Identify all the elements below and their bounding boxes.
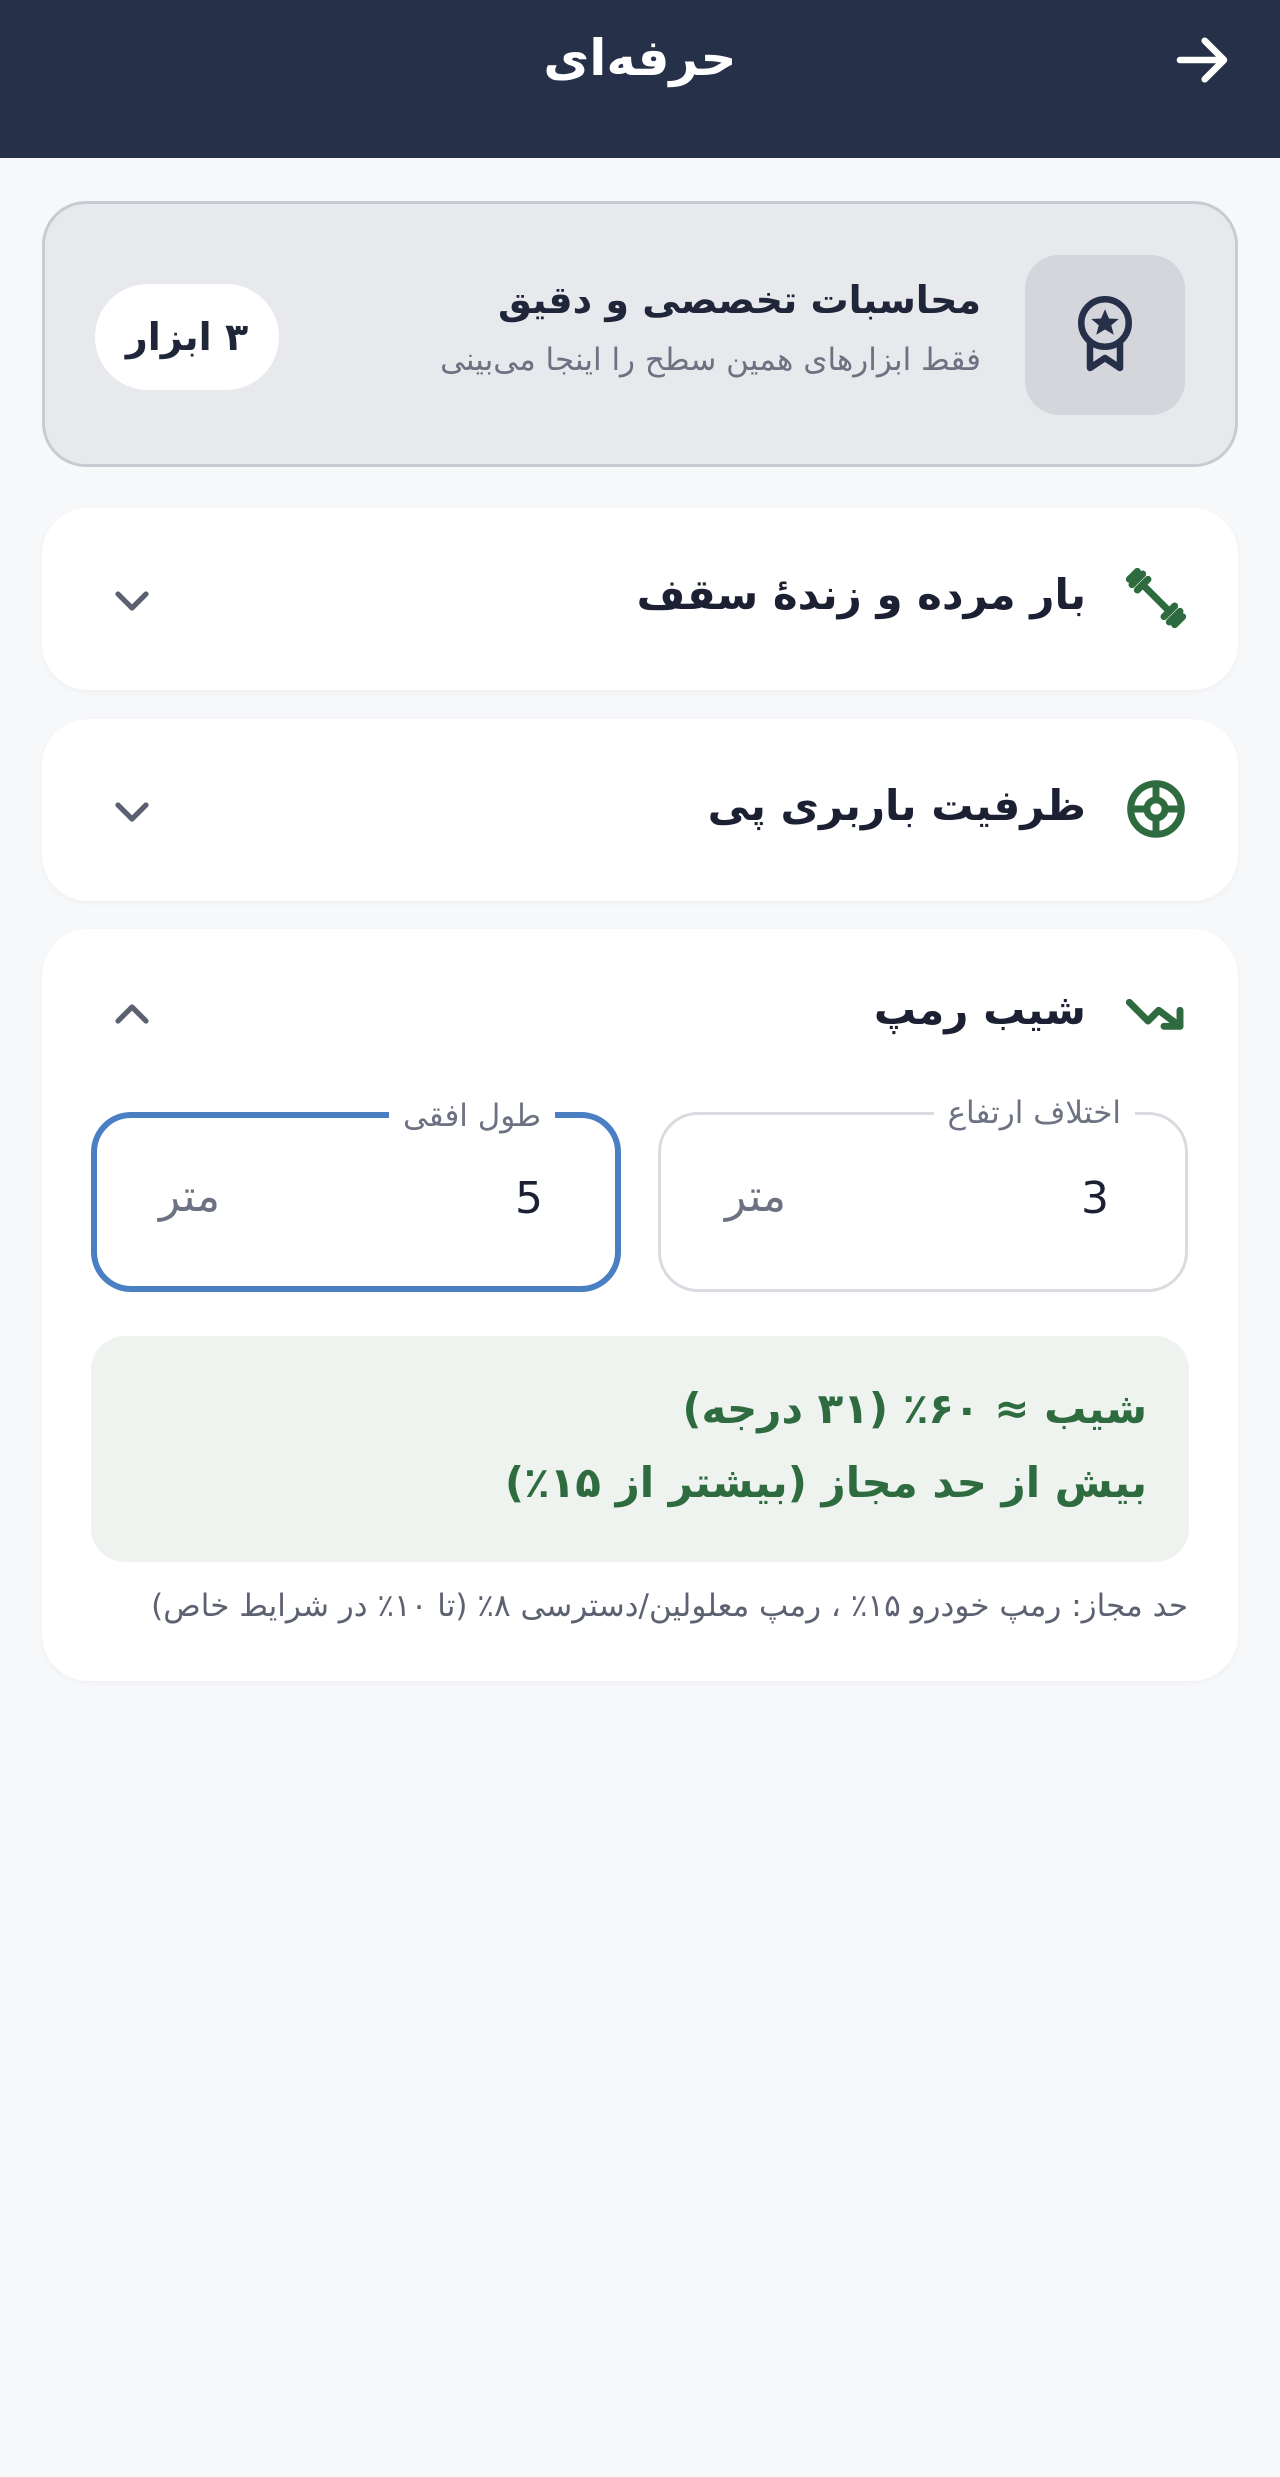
slope-result-value: شیب ≈ ۶۰٪ (۳۱ درجه) xyxy=(682,1384,1147,1433)
dumbbell-icon xyxy=(1124,566,1188,630)
horizontal-length-label: طول افقی xyxy=(388,1096,555,1136)
foundation-icon xyxy=(1124,777,1188,841)
height-difference-field[interactable]: اختلاف ارتفاع 3 متر xyxy=(658,1093,1188,1292)
chevron-up-icon xyxy=(106,989,158,1041)
tool-card-title: ظرفیت باربری پی xyxy=(707,781,1086,830)
tool-card-header-bearing-capacity[interactable]: ظرفیت باربری پی xyxy=(42,719,1238,899)
allowed-limit-note: حد مجاز: رمپ خودرو ۱۵٪ ، رمپ معلولین/دست… xyxy=(151,1588,1188,1624)
chevron-down-icon xyxy=(106,785,158,837)
app-bar: حرفه‌ای xyxy=(0,0,1280,158)
tool-card-ramp-slope: شیب رمپ xyxy=(42,929,1238,1681)
tool-card-header-ramp-slope[interactable]: شیب رمپ xyxy=(42,929,1238,1099)
chevron-down-icon xyxy=(106,574,158,626)
horizontal-length-value[interactable]: 5 xyxy=(515,1173,543,1224)
height-difference-label: اختلاف ارتفاع xyxy=(933,1093,1135,1133)
banner-subtitle: فقط ابزارهای همین سطح را اینجا می‌بینی xyxy=(440,342,981,378)
tool-card-header-roof-load[interactable]: بار مرده و زندهٔ سقف xyxy=(42,508,1238,688)
tool-card-roof-load: بار مرده و زندهٔ سقف xyxy=(42,508,1238,690)
level-banner: محاسبات تخصصی و دقیق فقط ابزارهای همین س… xyxy=(42,201,1238,467)
award-icon xyxy=(1070,293,1140,377)
banner-icon-box xyxy=(1025,255,1185,415)
horizontal-length-field[interactable]: طول افقی 5 متر xyxy=(91,1096,621,1292)
height-difference-unit: متر xyxy=(725,1171,787,1222)
tool-card-title: شیب رمپ xyxy=(873,985,1086,1034)
horizontal-length-unit: متر xyxy=(159,1171,221,1222)
tool-count-badge: ۳ ابزار xyxy=(95,284,279,390)
page-title: حرفه‌ای xyxy=(543,29,737,87)
slope-result-warning: بیش از حد مجاز (بیشتر از ۱۵٪) xyxy=(504,1458,1147,1507)
tool-card-title: بار مرده و زندهٔ سقف xyxy=(636,570,1086,619)
trending-icon xyxy=(1124,981,1188,1045)
height-difference-value[interactable]: 3 xyxy=(1081,1173,1109,1224)
tool-card-bearing-capacity: ظرفیت باربری پی xyxy=(42,719,1238,901)
slope-result-box: شیب ≈ ۶۰٪ (۳۱ درجه) بیش از حد مجاز (بیشت… xyxy=(91,1336,1189,1562)
banner-title: محاسبات تخصصی و دقیق xyxy=(498,278,981,322)
